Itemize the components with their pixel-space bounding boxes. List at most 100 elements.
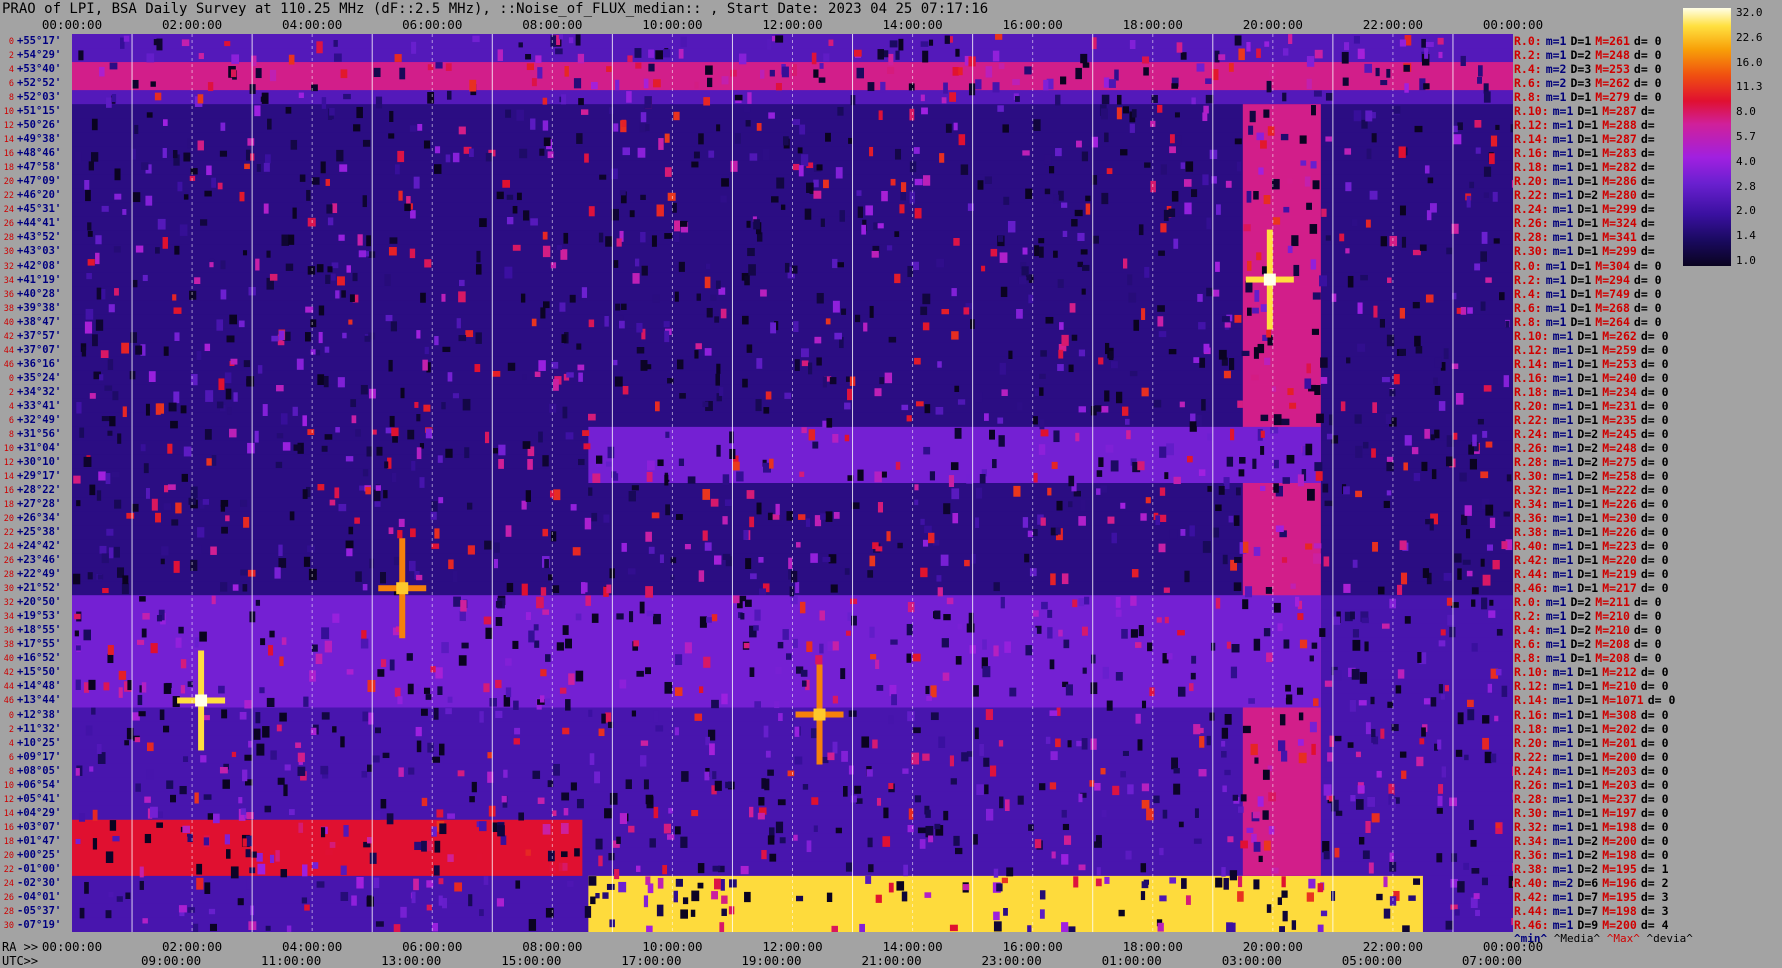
heatmap-speckle	[946, 597, 954, 605]
heatmap-speckle	[792, 119, 801, 126]
heatmap-speckle	[1039, 890, 1046, 900]
heatmap-speckle	[1160, 223, 1167, 233]
heatmap-speckle	[84, 179, 90, 190]
heatmap-speckle	[999, 252, 1008, 263]
heatmap-speckle	[648, 63, 655, 72]
heatmap-speckle	[1353, 35, 1360, 44]
heatmap-speckle	[125, 892, 131, 899]
heatmap-speckle	[1308, 878, 1316, 889]
dec-label-row: 42 +37°57'	[0, 329, 72, 343]
heatmap-speckle	[840, 668, 846, 680]
heatmap-speckle	[1158, 543, 1166, 553]
heatmap-speckle	[427, 742, 434, 753]
heatmap-speckle	[1273, 483, 1279, 493]
heatmap-speckle	[427, 91, 435, 104]
heatmap-speckle	[801, 680, 807, 687]
heatmap-speckle	[1265, 587, 1273, 594]
heatmap-speckle	[865, 205, 873, 216]
heatmap-speckle	[421, 840, 427, 852]
dec-label-row: 30 +21°52'	[0, 581, 72, 595]
heatmap-speckle	[221, 526, 228, 534]
dec-label-row: 0 +35°24'	[0, 371, 72, 385]
heatmap-speckle	[1039, 419, 1045, 430]
heatmap-speckle	[879, 377, 885, 385]
heatmap-speckle	[616, 613, 624, 620]
heatmap-speckle	[408, 767, 415, 775]
heatmap-speckle	[1233, 582, 1242, 592]
heatmap-speckle	[83, 629, 92, 641]
heatmap-speckle	[775, 666, 782, 675]
heatmap-speckle	[1144, 162, 1151, 168]
heatmap-speckle	[1045, 736, 1051, 744]
heatmap-speckle	[678, 48, 684, 59]
heatmap-speckle	[244, 754, 253, 761]
beam-stat-M: M=217	[1602, 581, 1637, 596]
heatmap-speckle	[1457, 712, 1464, 725]
heatmap-speckle	[795, 582, 800, 594]
heatmap-speckle	[603, 514, 610, 523]
heatmap-speckle	[132, 279, 138, 288]
heatmap-speckle	[696, 293, 701, 301]
dec-label-row: 24 -02°30'	[0, 876, 72, 890]
heatmap-speckle	[1286, 454, 1295, 464]
heatmap-speckle	[411, 41, 417, 54]
heatmap-speckle	[1485, 441, 1493, 448]
heatmap-speckle	[1140, 513, 1147, 521]
ra-axis-tick: 00:00:00	[1482, 939, 1544, 954]
dec-label: +31°56'	[17, 427, 62, 440]
heatmap-speckle	[636, 865, 641, 872]
heatmap-speckle	[366, 446, 373, 457]
dec-label-row: 18 +01°47'	[0, 834, 72, 848]
heatmap-speckle	[79, 427, 85, 438]
heatmap-speckle	[537, 797, 545, 804]
heatmap-speckle	[1218, 485, 1225, 495]
heatmap-speckle	[134, 124, 139, 134]
heatmap-speckle	[914, 208, 922, 219]
colorbar-tick: 11.3	[1736, 80, 1763, 94]
heatmap-speckle	[1190, 672, 1196, 680]
heatmap-speckle	[1285, 684, 1291, 692]
dec-label-row: 14 +04°29'	[0, 806, 72, 820]
heatmap-speckle	[170, 420, 178, 429]
beam-stat-r: R.0:	[1514, 34, 1542, 48]
heatmap-speckle	[871, 250, 879, 258]
heatmap-speckle	[332, 203, 338, 214]
beam-stat-d: d=	[1640, 202, 1655, 217]
heatmap-speckle	[413, 176, 420, 189]
heatmap-speckle	[78, 813, 86, 822]
heatmap-speckle	[1322, 483, 1329, 493]
heatmap-speckle	[839, 210, 845, 222]
beam-stat-M: M=200	[1602, 833, 1637, 848]
heatmap-speckle	[420, 708, 428, 716]
heatmap-speckle	[1365, 820, 1371, 833]
heatmap-speckle	[675, 878, 683, 887]
heatmap-speckle	[105, 851, 114, 864]
heatmap-speckle	[286, 925, 292, 932]
heatmap-speckle	[680, 836, 688, 848]
heatmap-speckle	[479, 909, 484, 917]
beam-stat-d: d= 0	[1640, 525, 1669, 540]
heatmap-speckle	[523, 210, 530, 221]
beam-stat-d: d=	[1640, 216, 1655, 231]
heatmap-speckle	[1371, 133, 1377, 143]
beam-stat-m: m=1	[1552, 847, 1574, 862]
heatmap-speckle	[1033, 119, 1041, 131]
heatmap-speckle	[928, 39, 934, 46]
heatmap-speckle	[1350, 611, 1355, 620]
heatmap-speckle	[409, 248, 416, 259]
heatmap-speckle	[1160, 164, 1167, 175]
heatmap-speckle	[997, 417, 1004, 424]
heatmap-speckle	[973, 685, 979, 697]
heatmap-speckle	[1490, 135, 1498, 147]
heatmap-speckle	[131, 503, 139, 512]
beam-stat-M: M=248	[1595, 48, 1630, 63]
heatmap-speckle	[1434, 429, 1440, 439]
ra-axis-caption: RA >>	[2, 940, 39, 954]
beam-stat-m: m=1	[1552, 861, 1574, 876]
heatmap-speckle	[1341, 51, 1349, 64]
heatmap-speckle	[318, 305, 325, 316]
heatmap-speckle	[1164, 472, 1169, 480]
beam-stat-r: R.8:	[1514, 90, 1542, 105]
heatmap-speckle	[644, 364, 652, 370]
dec-label: +28°22'	[17, 484, 62, 496]
